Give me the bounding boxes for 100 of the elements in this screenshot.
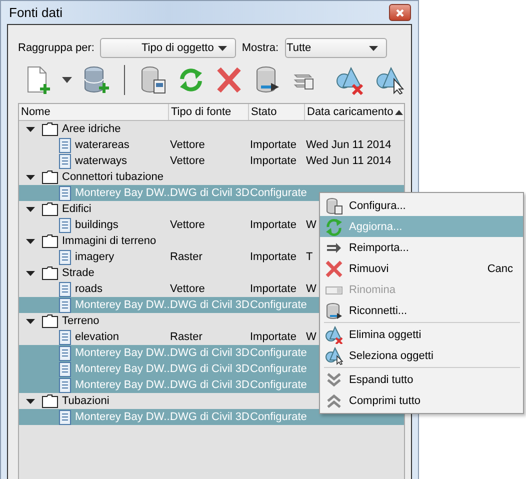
table-cell: Importate — [249, 251, 296, 263]
table-cell: buildings — [75, 219, 118, 231]
table-cell: Wed Jun 11 2014 — [305, 155, 392, 167]
table-cell: Importate — [249, 219, 296, 231]
document-icon — [59, 330, 71, 344]
table-cell: Vettore — [169, 283, 205, 295]
database-import-icon — [325, 302, 343, 320]
table-cell: T — [305, 251, 313, 263]
add-database-icon[interactable] — [82, 65, 110, 95]
table-cell: Configurate — [249, 347, 307, 359]
database-document-icon — [325, 196, 343, 214]
refresh-icon — [325, 218, 343, 236]
menu-item[interactable]: Comprimi tutto — [320, 390, 523, 411]
table-cell: roads — [75, 283, 103, 295]
group-label[interactable]: Tubazioni — [62, 395, 110, 407]
caret-icon[interactable] — [62, 77, 72, 83]
document-icon — [59, 218, 71, 232]
table-cell: Raster — [169, 331, 202, 343]
shapes-select-icon[interactable] — [375, 65, 405, 95]
close-icon — [395, 8, 405, 18]
group-label[interactable]: Immagini di terreno — [62, 235, 156, 247]
table-cell: Raster — [169, 251, 202, 263]
expander-icon[interactable] — [26, 204, 35, 214]
dropdown[interactable]: Tutte — [284, 38, 387, 58]
caret-icon — [368, 46, 378, 50]
document-icon — [59, 282, 71, 296]
table-cell: Importate — [249, 139, 296, 151]
folder-icon — [42, 266, 58, 280]
document-icon — [59, 250, 71, 264]
table-cell: Importate — [249, 155, 296, 167]
filter-label: Raggruppa per: — [18, 42, 94, 54]
table-cell: Wed Jun 11 2014 — [305, 139, 392, 151]
menu-item[interactable]: Reimporta... — [320, 237, 523, 258]
table-cell: elevation — [75, 331, 120, 343]
group-label[interactable]: Strade — [62, 267, 94, 279]
folder-icon — [42, 202, 58, 216]
filter-label: Mostra: — [242, 42, 279, 54]
expander-icon[interactable] — [26, 396, 35, 406]
shapes-remove-icon — [325, 326, 343, 344]
document-icon — [59, 362, 71, 376]
table-cell: Importate — [249, 283, 296, 295]
new-document-icon[interactable] — [26, 65, 52, 95]
sort-icon — [395, 110, 404, 114]
table-cell: waterareas — [75, 139, 130, 151]
folder-icon — [42, 170, 58, 184]
expander-icon[interactable] — [26, 172, 35, 182]
column-header[interactable]: Data caricamento — [305, 104, 404, 120]
table-cell: Monterey Bay DW... — [75, 187, 173, 199]
table-cell: waterways — [75, 155, 127, 167]
shapes-remove-icon[interactable] — [335, 65, 365, 95]
shapes-select-icon — [325, 346, 343, 364]
shortcut-label: Canc — [487, 262, 513, 274]
delete-icon[interactable] — [215, 65, 243, 95]
table-cell: Vettore — [169, 139, 205, 151]
caret-icon — [218, 46, 227, 50]
column-header[interactable]: Nome — [19, 104, 169, 120]
table-cell: W — [305, 219, 316, 231]
document-icon — [59, 186, 71, 200]
table-cell: Configurate — [249, 411, 307, 423]
table-cell: W — [305, 283, 316, 295]
document-icon — [59, 346, 71, 360]
table-cell: Importate — [249, 331, 296, 343]
folder-icon — [42, 122, 58, 136]
document-icon — [59, 298, 71, 312]
table-row[interactable]: waterareas Vettore Importate Wed Jun 11 2014 — [19, 137, 404, 153]
table-cell: Vettore — [169, 155, 205, 167]
group-label[interactable]: Aree idriche — [62, 123, 121, 135]
column-header[interactable]: Tipo di fonte — [169, 104, 249, 120]
folder-icon — [42, 394, 58, 408]
table-cell: Monterey Bay DW... — [75, 363, 173, 375]
table-row[interactable]: waterways Vettore Importate Wed Jun 11 2014 — [19, 153, 404, 169]
expander-icon[interactable] — [26, 316, 35, 326]
menu-item[interactable]: Rimuovi Canc — [320, 258, 523, 279]
group-label[interactable]: Connettori tubazione — [62, 171, 164, 183]
database-document-icon[interactable] — [139, 65, 167, 95]
table-cell: Monterey Bay DW... — [75, 411, 173, 423]
chevrons-down-icon — [325, 370, 343, 388]
table-cell: Monterey Bay DW... — [75, 299, 173, 311]
folder-icon — [42, 314, 58, 328]
delete-icon — [325, 260, 343, 278]
table-cell: Configurate — [249, 379, 307, 391]
expander-icon[interactable] — [26, 236, 35, 246]
close-button[interactable] — [389, 4, 411, 21]
table-cell: W — [305, 331, 316, 343]
group-label[interactable]: Terreno — [62, 315, 100, 327]
table-cell: imagery — [75, 251, 114, 263]
table-cell: Configurate — [249, 187, 307, 199]
document-icon — [59, 378, 71, 392]
column-header[interactable]: Stato — [249, 104, 305, 120]
window-title: Fonti dati — [9, 5, 62, 20]
expander-icon[interactable] — [26, 268, 35, 278]
table-cell: Monterey Bay DW... — [75, 347, 173, 359]
table-cell: Vettore — [169, 219, 205, 231]
document-icon — [59, 138, 71, 152]
dropdown[interactable]: Tipo di oggetto — [100, 38, 236, 58]
menu-item[interactable]: Elimina oggetti — [320, 324, 523, 345]
expander-icon[interactable] — [26, 124, 35, 134]
group-label[interactable]: Edifici — [62, 203, 92, 215]
table-cell: Monterey Bay DW... — [75, 379, 173, 391]
folder-icon — [42, 234, 58, 248]
